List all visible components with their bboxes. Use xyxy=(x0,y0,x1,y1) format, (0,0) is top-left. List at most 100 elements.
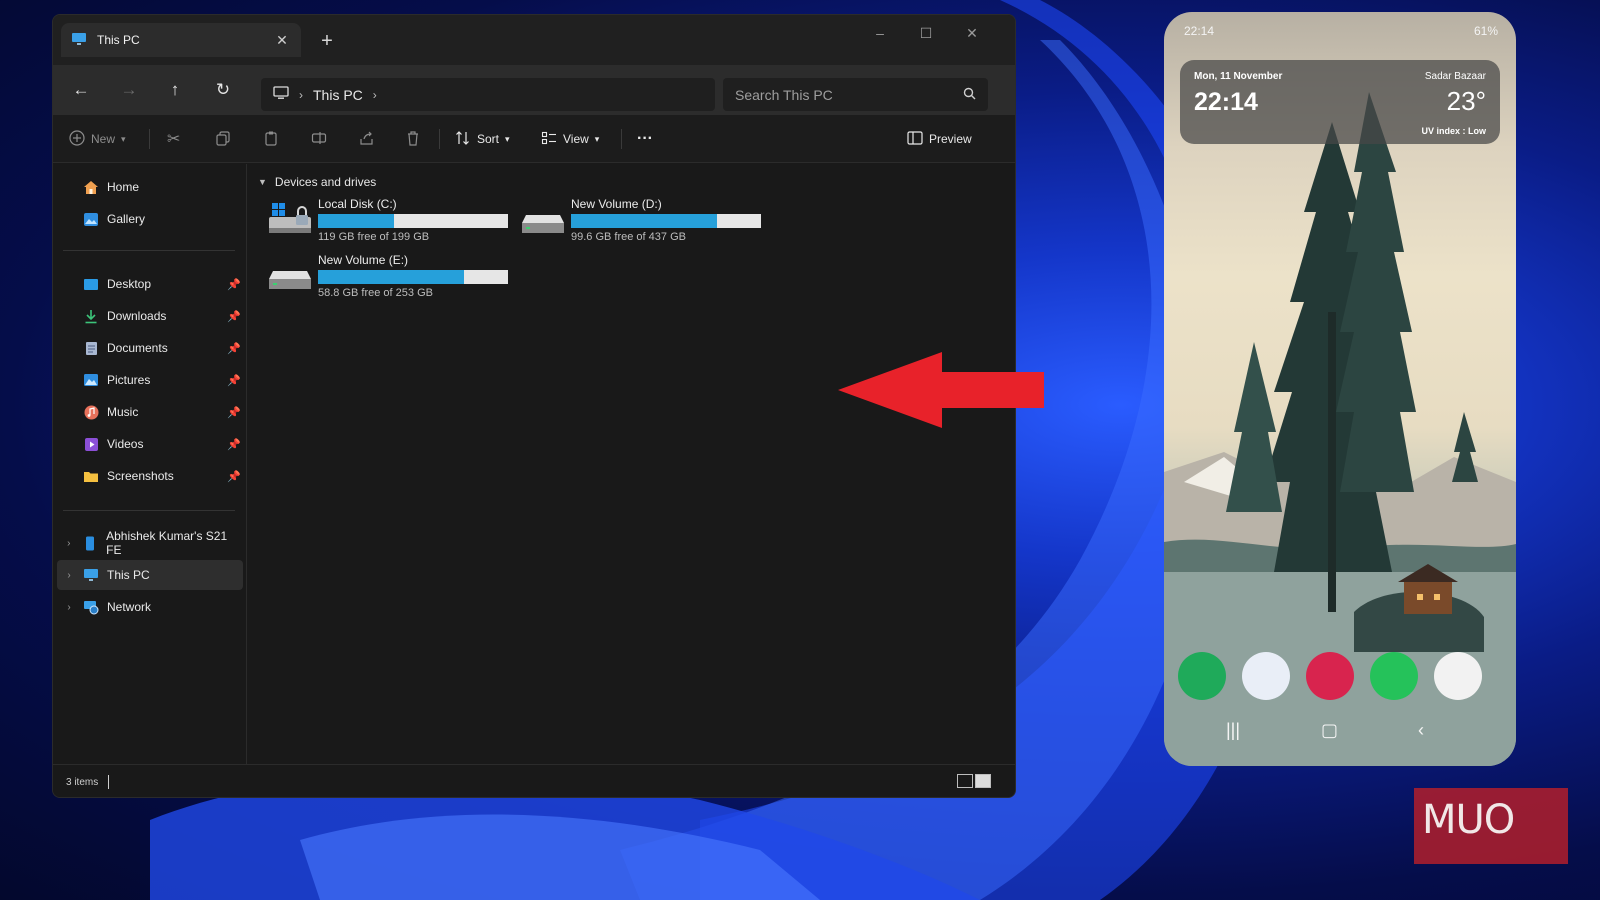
sidebar-divider xyxy=(63,510,235,511)
sidebar-item-desktop[interactable]: Desktop 📌 xyxy=(57,269,243,299)
monitor-icon xyxy=(273,86,289,103)
sidebar-item-network[interactable]: › Network xyxy=(57,592,243,622)
drive-free-space: 119 GB free of 199 GB xyxy=(318,231,430,243)
drive-free-space: 58.8 GB free of 253 GB xyxy=(318,287,433,299)
pin-icon[interactable]: 📌 xyxy=(227,310,241,323)
drive-c[interactable]: Local Disk (C:) 119 GB free of 199 GB xyxy=(268,197,518,247)
sidebar-label: Downloads xyxy=(107,309,167,323)
phone-app-icon[interactable] xyxy=(1178,652,1226,700)
sidebar-label: Documents xyxy=(107,341,168,355)
gallery-icon xyxy=(81,211,101,227)
music-icon xyxy=(81,404,101,420)
maximize-button[interactable]: ☐ xyxy=(911,25,941,42)
drive-name: New Volume (D:) xyxy=(571,197,662,211)
pin-icon[interactable]: 📌 xyxy=(227,406,241,419)
rename-button[interactable] xyxy=(311,127,327,151)
sidebar-item-phone[interactable]: › Abhishek Kumar's S21 FE xyxy=(57,528,243,558)
chevron-right-icon[interactable]: › xyxy=(373,88,377,102)
sidebar-label: Gallery xyxy=(107,212,146,226)
search-placeholder: Search This PC xyxy=(735,86,833,103)
address-bar[interactable]: › This PC › xyxy=(261,78,715,111)
delete-button[interactable] xyxy=(405,127,421,151)
sidebar-label: Desktop xyxy=(107,277,152,291)
pin-icon[interactable]: 📌 xyxy=(227,374,241,387)
sidebar-item-pictures[interactable]: Pictures 📌 xyxy=(57,365,243,395)
messages-app-icon[interactable] xyxy=(1242,652,1290,700)
chevron-right-icon[interactable]: › xyxy=(57,570,81,581)
preview-button[interactable]: Preview xyxy=(907,127,972,151)
pin-icon[interactable]: 📌 xyxy=(227,470,241,483)
storage-bar xyxy=(318,214,508,228)
sidebar-item-music[interactable]: Music 📌 xyxy=(57,397,243,427)
new-button[interactable]: New ▾ xyxy=(69,127,126,151)
sidebar-item-documents[interactable]: Documents 📌 xyxy=(57,333,243,363)
paste-button[interactable] xyxy=(263,127,279,151)
group-header-devices[interactable]: ▼ Devices and drives xyxy=(258,175,376,189)
plus-circle-icon xyxy=(69,129,85,149)
sidebar-label: Home xyxy=(107,180,140,194)
chevron-right-icon[interactable]: › xyxy=(57,538,81,549)
sidebar-item-downloads[interactable]: Downloads 📌 xyxy=(57,301,243,331)
sort-arrows-icon xyxy=(455,130,471,149)
sidebar-divider xyxy=(63,250,235,251)
widget-location: Sadar Bazaar xyxy=(1424,71,1486,82)
back-nav-icon[interactable]: ‹ xyxy=(1418,720,1424,741)
pin-icon[interactable]: 📌 xyxy=(227,342,241,355)
sidebar-item-screenshots[interactable]: Screenshots 📌 xyxy=(57,461,243,491)
home-nav-icon[interactable]: ▢ xyxy=(1321,720,1338,741)
tiles-view-button[interactable] xyxy=(975,774,991,788)
recents-nav-icon[interactable]: ||| xyxy=(1226,720,1240,741)
sidebar-label: Network xyxy=(107,600,152,614)
toolbar-divider xyxy=(149,129,150,149)
details-view-button[interactable] xyxy=(957,774,973,788)
widget-temperature: 23° xyxy=(1446,86,1486,116)
pin-icon[interactable]: 📌 xyxy=(227,278,241,291)
close-window-button[interactable]: ✕ xyxy=(957,25,987,42)
sidebar-label: This PC xyxy=(107,568,150,582)
chevron-down-icon: ▾ xyxy=(505,133,510,144)
back-arrow-icon[interactable]: ← xyxy=(69,79,93,101)
whatsapp-app-icon[interactable] xyxy=(1370,652,1418,700)
sort-button[interactable]: Sort ▾ xyxy=(455,127,510,151)
weather-clock-widget[interactable]: Mon, 11 November 22:14 Sadar Bazaar 23° … xyxy=(1180,60,1500,144)
camera-app-icon[interactable] xyxy=(1306,652,1354,700)
search-box[interactable]: Search This PC xyxy=(723,78,988,111)
drive-name: Local Disk (C:) xyxy=(318,197,397,211)
chevron-right-icon[interactable]: › xyxy=(57,602,81,613)
forward-arrow-icon[interactable]: → xyxy=(117,79,141,101)
new-tab-button[interactable]: + xyxy=(315,30,339,53)
status-divider xyxy=(108,775,109,789)
widget-time: 22:14 xyxy=(1194,88,1258,116)
chevron-down-icon: ▾ xyxy=(121,133,126,144)
new-label: New xyxy=(91,132,116,146)
view-button[interactable]: View ▾ xyxy=(541,127,599,151)
copy-icon xyxy=(215,130,231,149)
storage-fill xyxy=(318,270,465,284)
sidebar-item-videos[interactable]: Videos 📌 xyxy=(57,429,243,459)
drive-e[interactable]: New Volume (E:) 58.8 GB free of 253 GB xyxy=(268,253,518,303)
pin-icon[interactable]: 📌 xyxy=(227,438,241,451)
minimize-button[interactable]: – xyxy=(865,25,895,41)
sidebar-label: Abhishek Kumar's S21 FE xyxy=(106,529,228,557)
cut-button[interactable]: ✂ xyxy=(167,127,180,151)
share-button[interactable] xyxy=(359,127,375,151)
widget-uv-index: UV index : Low xyxy=(1421,126,1486,136)
tab-this-pc[interactable]: This PC ✕ xyxy=(61,23,301,57)
phone-icon xyxy=(81,535,101,551)
breadcrumb-this-pc[interactable]: This PC xyxy=(313,87,363,103)
item-count: 3 items xyxy=(66,777,99,788)
sidebar-item-home[interactable]: Home xyxy=(57,172,243,202)
preview-label: Preview xyxy=(929,132,972,146)
copy-button[interactable] xyxy=(215,127,231,151)
sidebar-item-this-pc[interactable]: › This PC xyxy=(57,560,243,590)
up-arrow-icon[interactable]: ↑ xyxy=(163,79,187,101)
chevron-right-icon: › xyxy=(299,87,303,102)
close-tab-icon[interactable]: ✕ xyxy=(273,32,291,49)
sidebar-item-gallery[interactable]: Gallery xyxy=(57,204,243,234)
navigation-bar: ← → ↑ ↻ › This PC › Search This PC xyxy=(53,65,1015,115)
drive-d[interactable]: New Volume (D:) 99.6 GB free of 437 GB xyxy=(521,197,771,247)
chrome-app-icon[interactable] xyxy=(1434,652,1482,700)
refresh-icon[interactable]: ↻ xyxy=(211,79,235,101)
more-options-button[interactable]: ··· xyxy=(637,127,653,151)
phone-clock: 22:14 xyxy=(1184,24,1215,38)
